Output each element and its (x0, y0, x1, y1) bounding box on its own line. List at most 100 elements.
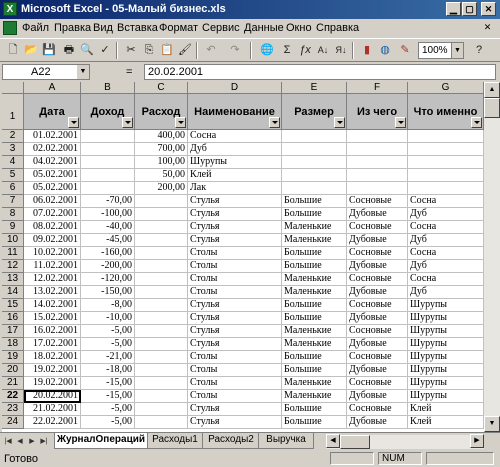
table-cell[interactable]: 19.02.2001 (24, 364, 81, 377)
table-cell[interactable]: Стулья (188, 208, 282, 221)
table-cell[interactable]: Дубовые (347, 312, 408, 325)
prev-sheet-icon[interactable]: ◀ (14, 435, 26, 448)
table-cell[interactable]: Большие (282, 312, 347, 325)
row-header[interactable]: 13 (2, 273, 24, 286)
table-cell[interactable]: 21.02.2001 (24, 403, 81, 416)
table-cell[interactable]: Большие (282, 403, 347, 416)
table-cell[interactable] (408, 169, 484, 182)
next-sheet-icon[interactable]: ▶ (26, 435, 38, 448)
header-cell[interactable]: Расход (135, 94, 188, 130)
table-cell[interactable]: Маленькие (282, 234, 347, 247)
autofilter-dropdown-icon[interactable] (175, 117, 186, 128)
table-cell[interactable]: Стулья (188, 338, 282, 351)
table-cell[interactable]: Столы (188, 364, 282, 377)
save-icon[interactable]: 💾 (40, 42, 58, 59)
table-cell[interactable]: Стулья (188, 325, 282, 338)
table-cell[interactable]: Дуб (408, 234, 484, 247)
table-cell[interactable]: 14.02.2001 (24, 299, 81, 312)
table-cell[interactable] (81, 169, 135, 182)
row-header[interactable]: 17 (2, 325, 24, 338)
table-cell[interactable]: 13.02.2001 (24, 286, 81, 299)
row-header[interactable]: 19 (2, 351, 24, 364)
table-cell[interactable] (135, 299, 188, 312)
table-cell[interactable]: Маленькие (282, 338, 347, 351)
table-cell[interactable]: Стулья (188, 312, 282, 325)
table-cell[interactable] (347, 182, 408, 195)
table-cell[interactable] (347, 169, 408, 182)
minimize-button[interactable]: ▁ (446, 2, 461, 16)
row-header[interactable]: 18 (2, 338, 24, 351)
table-cell[interactable]: Столы (188, 247, 282, 260)
row-header[interactable]: 15 (2, 299, 24, 312)
table-cell[interactable]: Сосновые (347, 325, 408, 338)
table-cell[interactable] (135, 403, 188, 416)
maximize-button[interactable]: ▢ (462, 2, 477, 16)
scroll-left-icon[interactable]: ◀ (326, 434, 340, 448)
table-cell[interactable]: Шурупы (408, 390, 484, 403)
table-cell[interactable]: Дубовые (347, 390, 408, 403)
menu-help[interactable]: Справка (316, 22, 359, 34)
header-cell[interactable]: Доход (81, 94, 135, 130)
table-cell[interactable]: 18.02.2001 (24, 351, 81, 364)
table-cell[interactable]: Большие (282, 195, 347, 208)
table-cell[interactable]: Маленькие (282, 325, 347, 338)
table-cell[interactable]: -150,00 (81, 286, 135, 299)
tab-journal[interactable]: ЖурналОпераций (54, 433, 148, 449)
table-cell[interactable]: Дубовые (347, 234, 408, 247)
excel-app-icon[interactable]: X (3, 2, 17, 16)
column-header[interactable]: G (408, 82, 484, 94)
table-cell[interactable]: 700,00 (135, 143, 188, 156)
close-button[interactable]: ✕ (481, 2, 496, 16)
table-cell[interactable]: 19.02.2001 (24, 377, 81, 390)
table-cell[interactable]: Стулья (188, 403, 282, 416)
copy-icon[interactable]: ⎘ (140, 42, 158, 59)
table-cell[interactable]: -21,00 (81, 351, 135, 364)
chart-wizard-icon[interactable]: ▮ (358, 42, 376, 59)
table-cell[interactable]: Стулья (188, 234, 282, 247)
table-cell[interactable]: 16.02.2001 (24, 325, 81, 338)
row-header[interactable]: 23 (2, 403, 24, 416)
table-cell[interactable]: Столы (188, 273, 282, 286)
table-cell[interactable] (135, 221, 188, 234)
table-cell[interactable]: Сосновые (347, 299, 408, 312)
table-cell[interactable]: 12.02.2001 (24, 273, 81, 286)
table-cell[interactable]: -18,00 (81, 364, 135, 377)
table-cell[interactable]: Сосновые (347, 273, 408, 286)
table-cell[interactable]: -200,00 (81, 260, 135, 273)
scroll-down-icon[interactable]: ▼ (484, 416, 500, 432)
select-all-corner[interactable] (2, 82, 24, 94)
table-cell[interactable]: -100,00 (81, 208, 135, 221)
table-cell[interactable] (282, 130, 347, 143)
table-cell[interactable]: 05.02.2001 (24, 182, 81, 195)
table-cell[interactable]: -5,00 (81, 403, 135, 416)
horizontal-scrollbar[interactable]: ◀ ▶ (326, 434, 484, 449)
header-cell[interactable]: Что именно (408, 94, 484, 130)
undo-icon[interactable]: ↶ (202, 42, 220, 59)
table-cell[interactable]: Маленькие (282, 273, 347, 286)
table-cell[interactable] (135, 416, 188, 429)
table-cell[interactable]: -5,00 (81, 416, 135, 429)
vertical-scrollbar[interactable]: ▲ ▼ (484, 82, 500, 432)
autofilter-dropdown-icon[interactable] (334, 117, 345, 128)
map-icon[interactable]: ◍ (376, 42, 394, 59)
table-cell[interactable]: Клей (408, 416, 484, 429)
close-workbook-icon[interactable]: ✕ (481, 22, 494, 34)
spelling-icon[interactable]: ✓ (96, 42, 114, 59)
table-cell[interactable]: Сосновые (347, 351, 408, 364)
table-cell[interactable] (135, 286, 188, 299)
table-cell[interactable]: -70,00 (81, 195, 135, 208)
table-cell[interactable]: Столы (188, 351, 282, 364)
table-cell[interactable]: Дубовые (347, 364, 408, 377)
table-cell[interactable] (135, 325, 188, 338)
table-cell[interactable] (135, 195, 188, 208)
new-icon[interactable]: 🗋 (4, 42, 22, 59)
table-cell[interactable] (81, 143, 135, 156)
table-cell[interactable]: 10.02.2001 (24, 247, 81, 260)
zoom-select[interactable]: 100% ▼ (418, 42, 464, 59)
menu-window[interactable]: Окно (286, 22, 312, 34)
table-cell[interactable] (347, 156, 408, 169)
table-cell[interactable]: 22.02.2001 (24, 416, 81, 429)
row-header[interactable]: 6 (2, 182, 24, 195)
tab-expenses2[interactable]: Расходы2 (202, 433, 260, 449)
table-cell[interactable]: Столы (188, 260, 282, 273)
